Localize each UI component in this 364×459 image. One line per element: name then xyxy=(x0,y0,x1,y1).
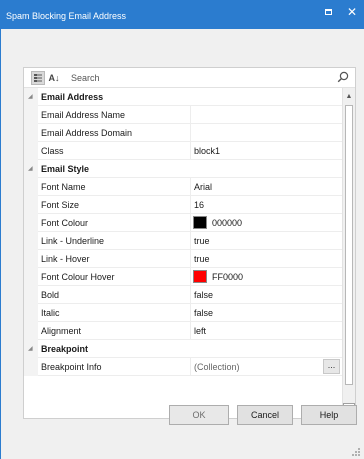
row-gutter xyxy=(24,322,38,340)
property-value[interactable]: left xyxy=(194,326,334,336)
column-divider[interactable] xyxy=(190,232,191,250)
sort-alphabetical-icon: A↓ xyxy=(48,73,60,83)
column-divider[interactable] xyxy=(190,214,191,232)
property-row[interactable]: Breakpoint Info (Collection)... xyxy=(24,358,342,376)
property-name: Breakpoint Info xyxy=(41,362,102,372)
column-divider[interactable] xyxy=(190,322,191,340)
categorized-view-icon xyxy=(34,74,42,82)
window-title: Spam Blocking Email Address xyxy=(6,11,127,21)
column-divider[interactable] xyxy=(190,106,191,124)
search-input[interactable] xyxy=(71,70,331,85)
category-label: Email Address xyxy=(41,92,104,102)
property-row[interactable]: Font Colour Hover FF0000 xyxy=(24,268,342,286)
property-value[interactable]: 16 xyxy=(194,200,334,210)
collection-editor-button[interactable]: ... xyxy=(323,359,340,374)
row-gutter xyxy=(24,178,38,196)
row-gutter xyxy=(24,124,38,142)
property-name: Italic xyxy=(41,308,60,318)
property-name: Email Address Domain xyxy=(41,128,133,138)
property-value[interactable]: Arial xyxy=(194,182,334,192)
category-label: Email Style xyxy=(41,164,90,174)
property-row[interactable]: Italic false xyxy=(24,304,342,322)
colour-swatch[interactable] xyxy=(193,216,207,229)
row-gutter xyxy=(24,304,38,322)
collapse-icon[interactable]: ◢ xyxy=(28,165,33,172)
category-label: Breakpoint xyxy=(41,344,89,354)
property-row[interactable]: Link - Hover true xyxy=(24,250,342,268)
cancel-button[interactable]: Cancel xyxy=(237,405,293,425)
vertical-scrollbar[interactable]: ▲ ▼ xyxy=(342,88,355,418)
property-name: Font Colour xyxy=(41,218,89,228)
scroll-up-icon: ▲ xyxy=(345,92,353,100)
property-row[interactable]: Class block1 xyxy=(24,142,342,160)
property-list: ◢ Email Address Email Address Name Email Ad… xyxy=(24,88,342,418)
close-button[interactable]: ✕ xyxy=(341,4,363,20)
category-row[interactable]: ◢ Breakpoint xyxy=(24,340,342,358)
row-gutter xyxy=(24,196,38,214)
property-grid: A↓ ◢ Email Address Email Address Name Email… xyxy=(23,67,356,419)
property-name: Font Size xyxy=(41,200,80,210)
property-value[interactable]: (Collection) xyxy=(194,362,334,372)
sort-alphabetical-button[interactable]: A↓ xyxy=(47,71,61,85)
property-name: Email Address Name xyxy=(41,110,126,120)
row-gutter xyxy=(24,106,38,124)
title-bar[interactable]: Spam Blocking Email Address ✕ xyxy=(0,0,364,29)
category-row[interactable]: ◢ Email Address xyxy=(24,88,342,106)
property-name: Alignment xyxy=(41,326,82,336)
property-name: Link - Underline xyxy=(41,236,105,246)
property-name: Font Colour Hover xyxy=(41,272,115,282)
property-value[interactable]: 000000 xyxy=(212,218,242,228)
resize-grip-icon[interactable] xyxy=(352,448,361,457)
close-icon: ✕ xyxy=(346,5,358,19)
row-gutter xyxy=(24,286,38,304)
property-row[interactable]: Email Address Name xyxy=(24,106,342,124)
property-row[interactable]: Bold false xyxy=(24,286,342,304)
property-value[interactable]: false xyxy=(194,308,334,318)
property-row[interactable]: Font Name Arial xyxy=(24,178,342,196)
property-row[interactable]: Email Address Domain xyxy=(24,124,342,142)
collapse-icon[interactable]: ◢ xyxy=(28,345,33,352)
category-row[interactable]: ◢ Email Style xyxy=(24,160,342,178)
column-divider[interactable] xyxy=(190,124,191,142)
row-gutter xyxy=(24,232,38,250)
property-row[interactable]: Font Size 16 xyxy=(24,196,342,214)
help-button[interactable]: Help xyxy=(301,405,357,425)
row-gutter xyxy=(24,250,38,268)
column-divider[interactable] xyxy=(190,178,191,196)
property-value[interactable]: false xyxy=(194,290,334,300)
property-row[interactable]: Alignment left xyxy=(24,322,342,340)
maximize-icon xyxy=(324,9,332,15)
column-divider[interactable] xyxy=(190,250,191,268)
property-value[interactable]: block1 xyxy=(194,146,334,156)
property-name: Link - Hover xyxy=(41,254,90,264)
maximize-button[interactable] xyxy=(317,4,339,20)
property-grid-toolbar: A↓ xyxy=(24,68,355,88)
property-name: Class xyxy=(41,146,64,156)
property-row[interactable]: Link - Underline true xyxy=(24,232,342,250)
dialog-body: A↓ ◢ Email Address Email Address Name Email… xyxy=(0,29,364,459)
row-gutter xyxy=(24,268,38,286)
row-gutter xyxy=(24,142,38,160)
collapse-icon[interactable]: ◢ xyxy=(28,93,33,100)
column-divider[interactable] xyxy=(190,358,191,376)
property-value[interactable]: FF0000 xyxy=(212,272,243,282)
row-gutter xyxy=(24,358,38,376)
column-divider[interactable] xyxy=(190,142,191,160)
property-row[interactable]: Font Colour 000000 xyxy=(24,214,342,232)
property-value[interactable]: true xyxy=(194,236,334,246)
ok-button[interactable]: OK xyxy=(169,405,229,425)
column-divider[interactable] xyxy=(190,304,191,322)
property-name: Font Name xyxy=(41,182,86,192)
column-divider[interactable] xyxy=(190,268,191,286)
search-icon[interactable] xyxy=(337,71,349,83)
property-value[interactable]: true xyxy=(194,254,334,264)
scroll-up-button[interactable]: ▲ xyxy=(343,90,355,102)
scroll-thumb[interactable] xyxy=(345,105,353,385)
row-gutter xyxy=(24,214,38,232)
categorized-view-button[interactable] xyxy=(31,71,45,85)
property-name: Bold xyxy=(41,290,60,300)
column-divider[interactable] xyxy=(190,286,191,304)
column-divider[interactable] xyxy=(190,196,191,214)
colour-swatch[interactable] xyxy=(193,270,207,283)
